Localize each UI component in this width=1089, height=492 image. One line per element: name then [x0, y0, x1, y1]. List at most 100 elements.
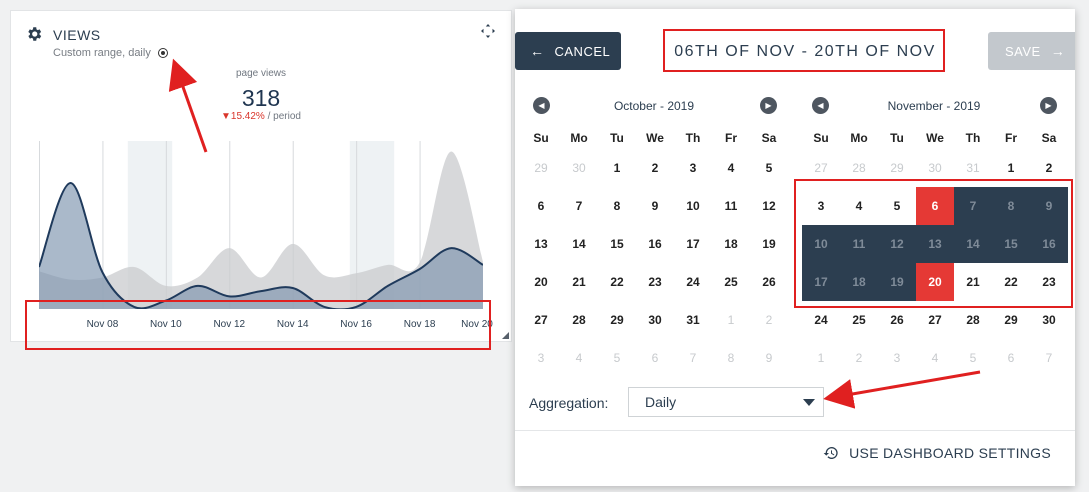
- day-cell[interactable]: 26: [750, 263, 788, 301]
- weekday-header: Th: [685, 131, 701, 145]
- day-cell[interactable]: 22: [598, 263, 636, 301]
- day-cell[interactable]: 18: [712, 225, 750, 263]
- day-cell: 2: [765, 313, 773, 327]
- day-cell[interactable]: 12: [750, 187, 788, 225]
- views-chart: [39, 141, 483, 309]
- change-suffix: / period: [267, 111, 301, 122]
- day-cell: 4: [575, 351, 583, 365]
- prev-month-icon[interactable]: ◀: [533, 97, 550, 114]
- day-cell[interactable]: 5: [750, 149, 788, 187]
- day-cell[interactable]: 28: [560, 301, 598, 339]
- day-cell[interactable]: 21: [560, 263, 598, 301]
- change-down-icon: ▼: [221, 111, 231, 122]
- widget-subtitle-row: Custom range, daily: [53, 47, 168, 59]
- day-cell: 30: [572, 161, 586, 175]
- month-title: November - 2019: [887, 99, 981, 113]
- day-cell[interactable]: 24: [674, 263, 712, 301]
- history-icon: [823, 447, 838, 459]
- day-cell[interactable]: 20: [522, 263, 560, 301]
- day-cell: 2: [855, 351, 863, 365]
- day-cell: 29: [534, 161, 548, 175]
- caret-down-icon: [803, 399, 815, 406]
- day-cell[interactable]: 10: [674, 187, 712, 225]
- day-cell: 8: [727, 351, 735, 365]
- resize-handle[interactable]: [502, 332, 509, 339]
- day-cell: 7: [689, 351, 697, 365]
- weekday-header: Mo: [850, 131, 868, 145]
- weekday-header: Su: [813, 131, 829, 145]
- weekday-header: Mo: [570, 131, 588, 145]
- gear-icon[interactable]: [25, 25, 45, 45]
- metric-value: 318: [241, 85, 281, 111]
- day-cell[interactable]: 31: [674, 301, 712, 339]
- day-cell[interactable]: 15: [598, 225, 636, 263]
- weekday-header: Sa: [1041, 131, 1057, 145]
- save-button[interactable]: SAVE →: [988, 32, 1075, 70]
- weekday-header: Sa: [761, 131, 777, 145]
- next-month-icon[interactable]: ▶: [1040, 97, 1057, 114]
- day-cell[interactable]: 6: [522, 187, 560, 225]
- day-cell: 4: [931, 351, 939, 365]
- day-cell[interactable]: 25: [712, 263, 750, 301]
- arrow-left-icon: ←: [530, 43, 545, 59]
- day-cell[interactable]: 14: [560, 225, 598, 263]
- weekday-header: Tu: [890, 131, 904, 145]
- day-cell[interactable]: 1: [598, 149, 636, 187]
- arrow-right-icon: →: [1050, 43, 1066, 59]
- weekday-header: We: [646, 131, 664, 145]
- day-cell: 1: [817, 351, 825, 365]
- screen: VIEWS Custom range, daily page views 318…: [0, 0, 1089, 492]
- day-cell: 9: [765, 351, 773, 365]
- day-cell: 3: [537, 351, 545, 365]
- widget-subtitle: Custom range, daily: [53, 47, 151, 59]
- day-cell[interactable]: 9: [636, 187, 674, 225]
- dashboard-settings-label: USE DASHBOARD SETTINGS: [849, 445, 1051, 461]
- target-icon[interactable]: [157, 48, 168, 58]
- day-cell[interactable]: 29: [598, 301, 636, 339]
- next-month-icon[interactable]: ▶: [760, 97, 777, 114]
- day-cell[interactable]: 19: [750, 225, 788, 263]
- day-cell[interactable]: 8: [598, 187, 636, 225]
- day-cell[interactable]: 7: [560, 187, 598, 225]
- weekday-header: Th: [965, 131, 981, 145]
- day-cell[interactable]: 2: [636, 149, 674, 187]
- day-cell: 3: [893, 351, 901, 365]
- widget-header: VIEWS: [25, 25, 101, 45]
- save-label: SAVE: [1005, 43, 1041, 59]
- prev-month-icon[interactable]: ◀: [812, 97, 829, 114]
- day-cell[interactable]: 27: [522, 301, 560, 339]
- weekday-header: Fr: [725, 131, 737, 145]
- cancel-button[interactable]: ← CANCEL: [515, 32, 621, 70]
- widget-title: VIEWS: [53, 27, 101, 43]
- move-icon[interactable]: [481, 24, 495, 38]
- use-dashboard-settings-button[interactable]: USE DASHBOARD SETTINGS: [823, 445, 1051, 461]
- day-cell[interactable]: 30: [636, 301, 674, 339]
- annotation-box-xaxis: [25, 300, 491, 350]
- day-cell[interactable]: 13: [522, 225, 560, 263]
- day-cell: 7: [1045, 351, 1053, 365]
- weekday-header: Fr: [1005, 131, 1017, 145]
- day-cell: 1: [727, 313, 735, 327]
- metric-label: page views: [235, 68, 287, 79]
- annotation-box-title: [663, 29, 945, 72]
- month-title: October - 2019: [613, 99, 695, 113]
- day-cell: 6: [651, 351, 659, 365]
- weekday-header: Su: [533, 131, 549, 145]
- day-cell: 5: [969, 351, 977, 365]
- day-cell: 6: [1007, 351, 1015, 365]
- aggregation-label: Aggregation:: [529, 395, 609, 411]
- cancel-label: CANCEL: [554, 43, 611, 59]
- day-cell[interactable]: 17: [674, 225, 712, 263]
- day-cell[interactable]: 23: [636, 263, 674, 301]
- day-cell: 5: [613, 351, 621, 365]
- day-cell[interactable]: 16: [636, 225, 674, 263]
- day-cell[interactable]: 11: [712, 187, 750, 225]
- metric-change: ▼15.42% / period: [221, 111, 301, 122]
- day-cell[interactable]: 3: [674, 149, 712, 187]
- aggregation-select[interactable]: Daily: [628, 387, 824, 417]
- annotation-box-range: [794, 179, 1073, 308]
- aggregation-value: Daily: [645, 394, 677, 410]
- divider: [515, 430, 1075, 431]
- change-value: 15.42%: [230, 111, 265, 122]
- day-cell[interactable]: 4: [712, 149, 750, 187]
